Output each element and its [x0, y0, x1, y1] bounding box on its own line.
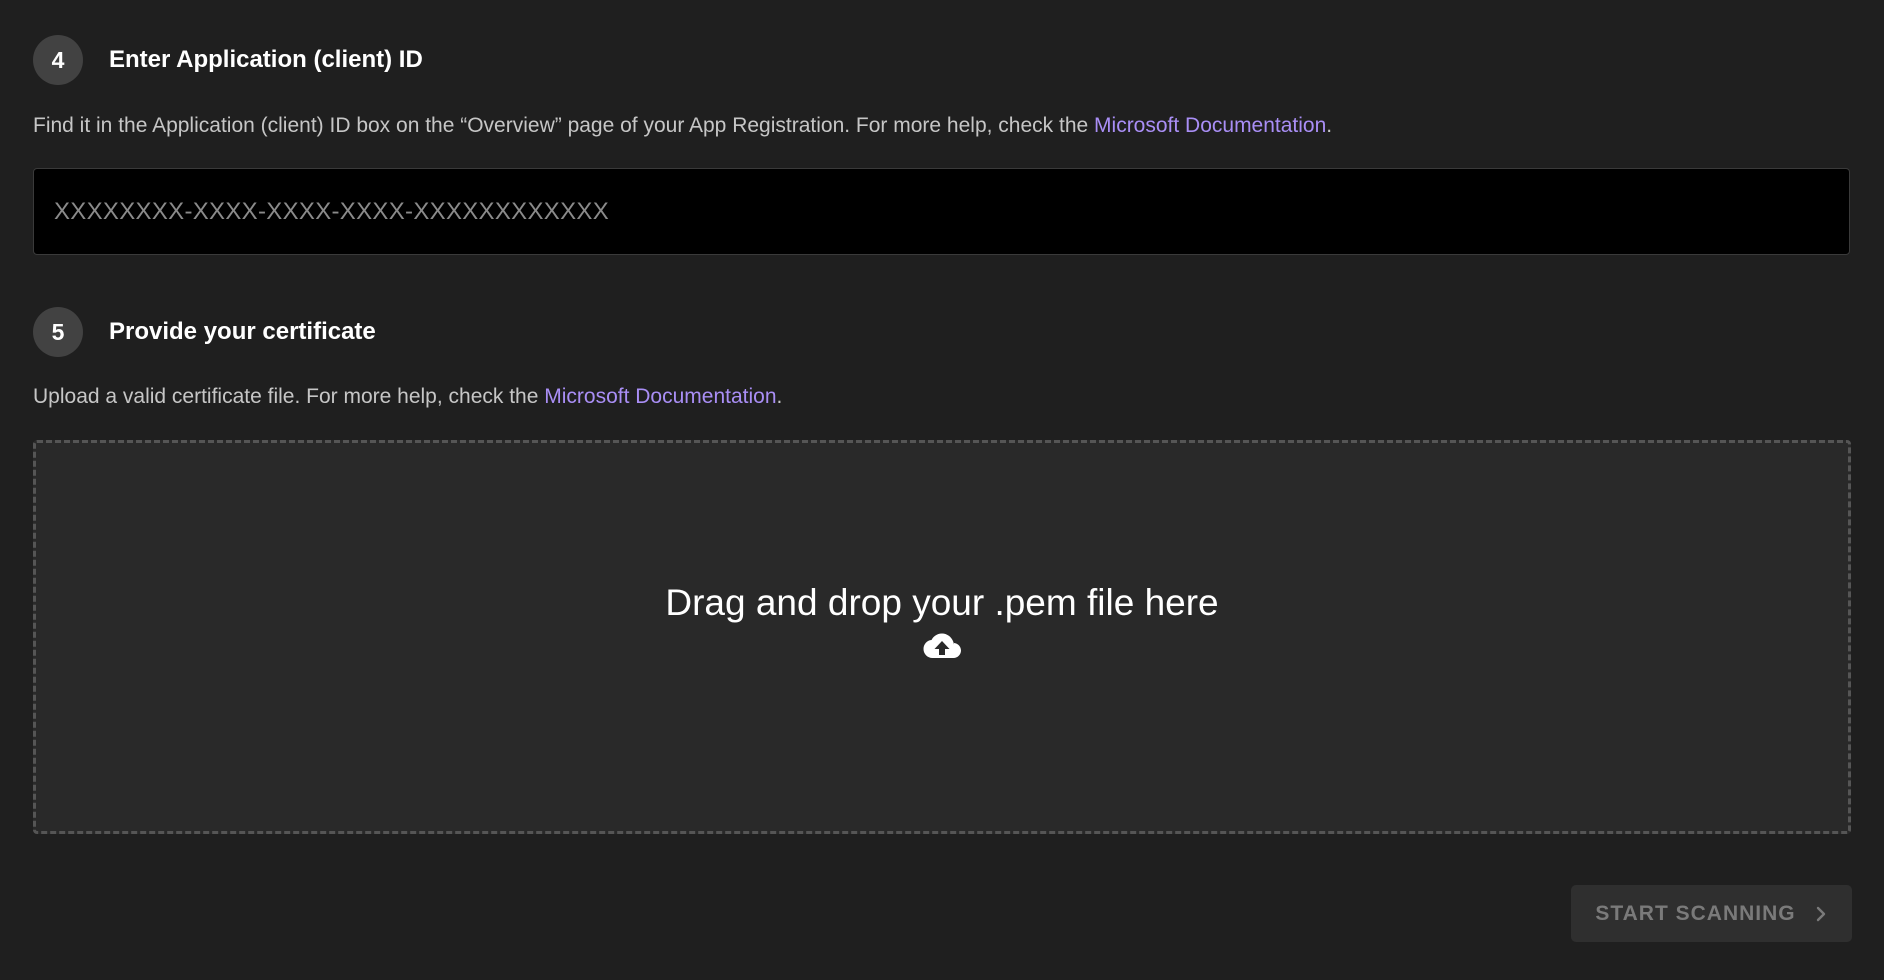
- cloud-upload-icon: [923, 633, 961, 658]
- step-4-description-end: .: [1326, 114, 1333, 137]
- start-scanning-button[interactable]: START SCANNING: [1571, 885, 1852, 942]
- dropzone-label: Drag and drop your .pem file here: [665, 582, 1219, 623]
- step-5-header: 5 Provide your certificate: [33, 307, 376, 357]
- step-4-description: Find it in the Application (client) ID b…: [33, 114, 1332, 138]
- step-4-docs-link[interactable]: Microsoft Documentation: [1094, 114, 1326, 137]
- step-5-description: Upload a valid certificate file. For mor…: [33, 385, 782, 409]
- step-4-badge: 4: [33, 35, 83, 85]
- chevron-right-icon: [1816, 906, 1825, 921]
- step-5-description-end: .: [776, 385, 783, 408]
- step-5-title: Provide your certificate: [109, 318, 376, 345]
- step-4-title: Enter Application (client) ID: [109, 46, 423, 73]
- step-4-description-text: Find it in the Application (client) ID b…: [33, 114, 1095, 137]
- app-registration-form: 4 Enter Application (client) ID Find it …: [0, 0, 1884, 980]
- step-5-description-text: Upload a valid certificate file. For mor…: [33, 385, 545, 408]
- step-5-docs-link[interactable]: Microsoft Documentation: [544, 385, 776, 408]
- certificate-dropzone[interactable]: Drag and drop your .pem file here: [33, 440, 1851, 834]
- step-4-header: 4 Enter Application (client) ID: [33, 35, 423, 85]
- step-5-badge: 5: [33, 307, 83, 357]
- client-id-input[interactable]: [33, 168, 1850, 255]
- start-scanning-label: START SCANNING: [1595, 901, 1796, 925]
